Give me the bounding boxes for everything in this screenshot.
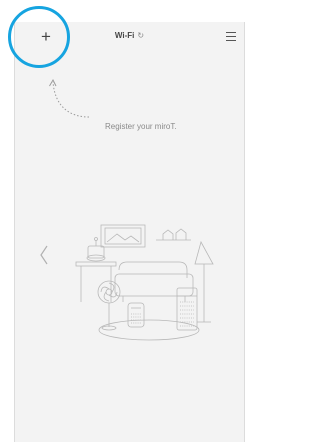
floor-lamp-icon: [194, 240, 214, 265]
chevron-left-icon[interactable]: [38, 244, 50, 266]
app-screen: + Wi-Fi ↻ Register your miroT.: [14, 22, 245, 442]
sofa-icon: [118, 261, 188, 278]
room-devices-illustration: [75, 224, 214, 341]
add-button-highlight-ring: [8, 6, 70, 68]
register-hint-text: Register your miroT.: [105, 122, 177, 131]
